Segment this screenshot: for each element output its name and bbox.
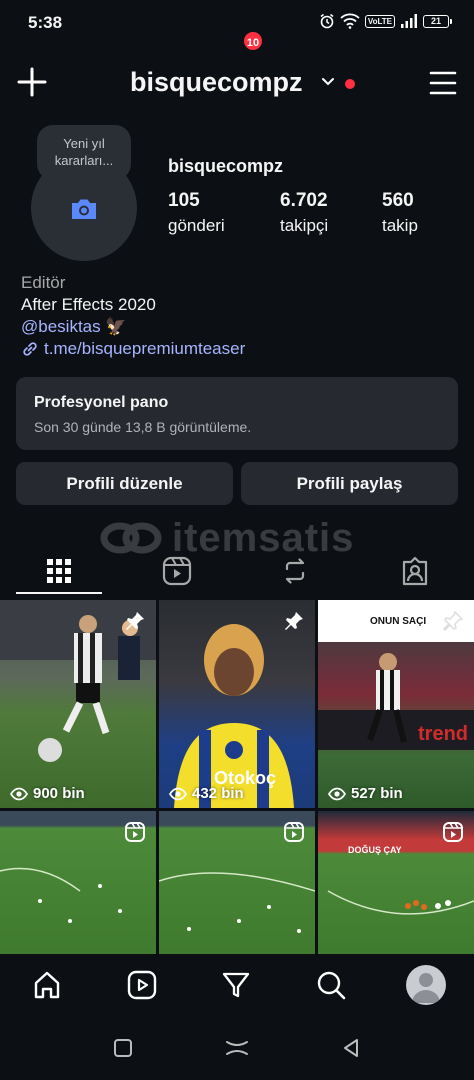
repost-icon — [285, 558, 305, 584]
reel-icon — [284, 822, 304, 842]
volte-badge: VoLTE — [364, 14, 395, 28]
stat-posts-label: gönderi — [168, 216, 225, 235]
nav-search[interactable] — [313, 967, 349, 1003]
post-views: 527 bin — [328, 785, 403, 802]
profile-content-tabs — [0, 545, 474, 597]
chevron-down-icon[interactable] — [320, 74, 336, 90]
pin-icon — [285, 612, 303, 630]
profile-note-bubble[interactable]: Yeni yıl kararları... — [37, 125, 131, 180]
profile-bio: Editör After Effects 2020 @besiktas 🦅 t.… — [21, 272, 245, 360]
eagle-emoji: 🦅 — [105, 317, 127, 336]
pin-icon — [442, 610, 464, 632]
signal-icon — [401, 14, 417, 28]
bio-line: After Effects 2020 — [21, 295, 156, 314]
eye-icon — [328, 787, 346, 800]
stat-posts[interactable]: 105 gönderi — [168, 190, 225, 236]
back-icon[interactable] — [340, 1037, 362, 1059]
stat-followers-label: takipçi — [280, 216, 329, 235]
share-profile-button[interactable]: Profili paylaş — [241, 462, 458, 505]
tab-reposts[interactable] — [236, 545, 354, 597]
status-time: 5:38 — [28, 13, 63, 32]
bio-link-text: t.me/bisquepremiumteaser — [44, 339, 246, 358]
post-tile[interactable]: DOĞUŞ ÇAY — [318, 811, 474, 954]
hamburger-menu-icon[interactable] — [428, 68, 458, 98]
profile-top-bar: bisquecompz — [0, 60, 474, 106]
tagged-person-icon — [402, 556, 428, 586]
note-bubble-tail — [58, 181, 65, 188]
edit-profile-button[interactable]: Profili düzenle — [16, 462, 233, 505]
nav-home[interactable] — [29, 967, 65, 1003]
post-views: 900 bin — [10, 785, 85, 802]
nav-profile-avatar[interactable] — [406, 965, 446, 1005]
bio-external-link[interactable]: t.me/bisquepremiumteaser — [21, 338, 245, 360]
bottom-navigation — [0, 955, 474, 1015]
home-gesture-icon[interactable] — [224, 1039, 250, 1057]
recent-apps-icon[interactable] — [112, 1037, 134, 1059]
profile-display-name: bisquecompz — [168, 156, 284, 176]
post-overlay-text: ONUN SAÇI — [370, 616, 427, 627]
system-navigation-bar — [0, 1015, 474, 1080]
post-tile[interactable]: trend ONUN SAÇI 527 bin — [318, 600, 474, 808]
reel-icon — [125, 822, 145, 842]
tab-reels[interactable] — [118, 545, 236, 597]
user-avatar-icon — [412, 973, 440, 1003]
post-tile[interactable]: 900 bin — [0, 600, 156, 808]
tab-grid[interactable] — [0, 545, 118, 597]
home-icon — [34, 971, 60, 999]
post-tile[interactable] — [0, 811, 156, 954]
active-tab-indicator — [16, 592, 102, 594]
unread-dot — [345, 79, 355, 89]
battery-indicator: 21 — [423, 14, 452, 28]
status-bar: 5:38 VoLTE 21 — [0, 0, 474, 46]
nav-activity[interactable] — [218, 967, 254, 1003]
stat-posts-count: 105 — [168, 190, 200, 211]
reels-icon — [162, 556, 192, 586]
notification-badge: 10 — [242, 30, 264, 52]
tab-tagged[interactable] — [356, 545, 474, 597]
nav-reels[interactable] — [124, 967, 160, 1003]
stat-following-label: takip — [382, 216, 418, 235]
post-tile[interactable] — [159, 811, 315, 954]
professional-dashboard-card[interactable]: Profesyonel pano Son 30 günde 13,8 B gör… — [16, 377, 458, 450]
search-icon — [317, 971, 346, 1000]
camera-icon — [72, 199, 96, 219]
stat-followers-count: 6.702 — [280, 190, 328, 211]
post-tile[interactable]: Otokoç 432 bin — [159, 600, 315, 808]
post-views: 432 bin — [169, 785, 244, 802]
svg-text:trend: trend — [418, 723, 468, 745]
bio-mention-line: @besiktas 🦅 — [21, 316, 245, 338]
dashboard-title: Profesyonel pano — [34, 394, 169, 411]
post-overlay-text: DOĞUŞ ÇAY — [348, 845, 402, 855]
wifi-icon — [340, 13, 360, 29]
dashboard-subtitle: Son 30 günde 13,8 B görüntüleme. — [34, 419, 252, 435]
status-icons: VoLTE 21 — [319, 13, 452, 29]
stat-followers[interactable]: 6.702 takipçi — [280, 190, 328, 236]
reel-icon — [443, 822, 463, 842]
bio-mention-link[interactable]: @besiktas — [21, 317, 101, 336]
send-filter-icon — [222, 972, 250, 998]
battery-level: 21 — [423, 14, 449, 28]
pin-icon — [126, 612, 144, 630]
post-views-count: 900 bin — [33, 785, 85, 802]
profile-note-text: Yeni yıl kararları... — [54, 136, 114, 168]
stat-following[interactable]: 560 takip — [382, 190, 418, 236]
account-username[interactable]: bisquecompz — [130, 67, 303, 98]
eye-icon — [169, 787, 187, 800]
post-views-count: 432 bin — [192, 785, 244, 802]
link-icon — [23, 342, 37, 356]
grid-icon — [47, 559, 71, 583]
reels-play-icon — [127, 970, 157, 1000]
eye-icon — [10, 787, 28, 800]
alarm-icon — [320, 13, 334, 29]
bio-category: Editör — [21, 273, 66, 292]
stat-following-count: 560 — [382, 190, 414, 211]
create-plus-icon[interactable] — [16, 66, 48, 98]
post-views-count: 527 bin — [351, 785, 403, 802]
